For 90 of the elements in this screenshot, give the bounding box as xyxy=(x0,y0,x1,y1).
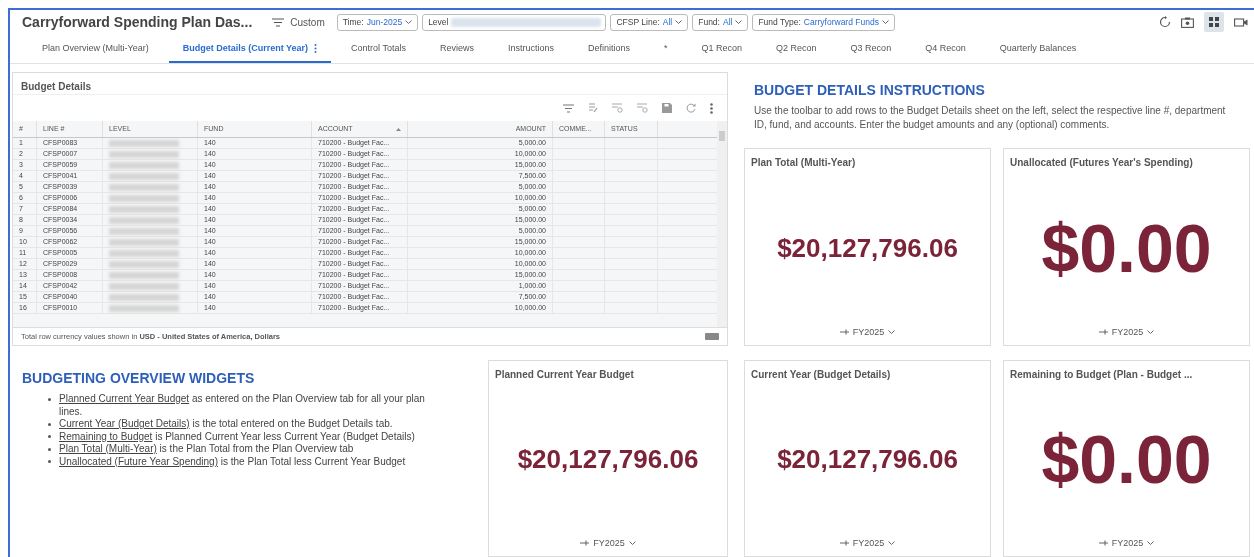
redacted-text-block xyxy=(109,282,179,290)
panel-title: Budget Details xyxy=(13,73,727,95)
bullet-icon xyxy=(48,460,51,464)
filter-dropdown[interactable]: CFSP Line: All xyxy=(610,13,689,31)
redacted-text-block xyxy=(109,205,179,213)
tab[interactable]: Reviews xyxy=(425,36,488,63)
bullet-icon xyxy=(48,435,51,439)
tab[interactable]: Q1 Recon xyxy=(687,36,757,63)
save-icon[interactable] xyxy=(662,103,672,113)
redacted-text-block xyxy=(109,249,179,257)
dashboard-title: Carryforward Spending Plan Das... xyxy=(22,12,253,32)
more-icon[interactable] xyxy=(314,44,318,53)
grid-view-button[interactable] xyxy=(1204,12,1224,32)
widget-value: $20,127,796.06 xyxy=(777,446,958,473)
scrollbar[interactable] xyxy=(717,121,727,327)
instructions-text: Use the toolbar to add rows to the Budget Details sheet on the left, select the respective line #, department ID, fund, and accounts. Enter the budget amounts and any (optional) comments. xyxy=(754,104,1227,132)
chevron-down-icon xyxy=(881,20,889,24)
redacted-text-block xyxy=(109,150,179,158)
tab[interactable]: Plan Overview (Multi-Year) xyxy=(28,36,163,63)
chevron-down-icon xyxy=(675,20,683,24)
redacted-text-block xyxy=(109,172,179,180)
definition-text: Planned Current Year Budget as entered on the Plan Overview tab for all your plan lines. xyxy=(59,393,426,418)
redacted-text-block xyxy=(109,293,179,301)
filter-dropdown[interactable]: Fund Type: Carryforward Funds xyxy=(752,13,895,31)
redacted-text-block xyxy=(109,194,179,202)
tab[interactable]: Instructions xyxy=(493,36,568,63)
period-selector[interactable]: FY2025 xyxy=(839,325,896,339)
view-selector[interactable]: Custom xyxy=(272,14,325,30)
chevron-down-icon xyxy=(405,20,413,24)
refresh-icon[interactable] xyxy=(1159,16,1171,28)
tab[interactable]: Quarterly Balances xyxy=(985,36,1091,63)
tab[interactable]: Budget Details (Current Year) xyxy=(168,36,332,63)
chevron-down-icon xyxy=(735,20,743,24)
widget-title: Remaining to Budget (Plan - Budget ... xyxy=(1009,368,1194,382)
chevron-down-icon xyxy=(888,541,896,546)
definition-text: Current Year (Budget Details) is the total entered on the Budget Details tab. xyxy=(59,418,393,431)
tab[interactable]: Q2 Recon xyxy=(762,36,831,63)
definition-link[interactable]: Current Year (Budget Details) xyxy=(59,418,190,429)
tab[interactable]: * xyxy=(650,36,682,63)
filter-dropdown[interactable]: Level xyxy=(422,13,607,31)
bullet-icon xyxy=(48,397,51,401)
tab[interactable]: Definitions xyxy=(574,36,645,63)
widget-value: $0.00 xyxy=(1041,425,1212,494)
widget-title: Plan Total (Multi-Year) xyxy=(750,156,857,170)
definition-link[interactable]: Planned Current Year Budget xyxy=(59,393,190,404)
bullet-icon xyxy=(48,422,51,426)
camera-icon[interactable] xyxy=(1181,16,1194,28)
tab[interactable]: Q4 Recon xyxy=(911,36,980,63)
sort-ascending-icon xyxy=(396,127,401,131)
widget-value: $0.00 xyxy=(1041,213,1212,282)
period-selector[interactable]: FY2025 xyxy=(1098,536,1155,550)
grid-icon xyxy=(1209,17,1219,27)
redacted-text-block xyxy=(109,304,179,312)
definition-text: Remaining to Budget is Planned Current Year less Current Year (Budget Details) xyxy=(59,430,415,443)
widget-title: Planned Current Year Budget xyxy=(494,368,635,382)
period-selector[interactable]: FY2025 xyxy=(1098,325,1155,339)
period-selector[interactable]: FY2025 xyxy=(839,536,896,550)
filter-icon[interactable] xyxy=(563,103,574,113)
definition-link[interactable]: Remaining to Budget xyxy=(59,430,153,442)
chevron-down-icon xyxy=(1147,541,1155,546)
section-heading: BUDGETING OVERVIEW WIDGETS xyxy=(22,369,256,388)
more-icon[interactable] xyxy=(710,102,713,114)
widget-title: Current Year (Budget Details) xyxy=(750,368,892,382)
section-heading: BUDGET DETAILS INSTRUCTIONS xyxy=(754,81,986,100)
period-selector[interactable]: FY2025 xyxy=(580,536,636,550)
video-icon[interactable] xyxy=(1234,17,1248,27)
redacted-text-block xyxy=(109,227,179,235)
redacted-text-block xyxy=(109,271,179,279)
chevron-down-icon xyxy=(888,330,896,335)
widget-title: Unallocated (Futures Year's Spending) xyxy=(1009,156,1194,170)
redacted-text-block xyxy=(109,139,179,147)
redacted-text-block xyxy=(109,260,179,268)
tab[interactable]: Control Totals xyxy=(337,36,420,63)
redacted-text-block xyxy=(109,216,179,224)
redacted-text-block xyxy=(109,183,179,191)
bullet-icon xyxy=(48,447,51,451)
filter-icon xyxy=(272,17,285,27)
definition-link[interactable]: Plan Total (Multi-Year) xyxy=(59,443,157,454)
filter-dropdown[interactable]: Fund: All xyxy=(692,13,749,31)
definition-link[interactable]: Unallocated (Future Year Spending) xyxy=(59,455,218,467)
definition-text: Unallocated (Future Year Spending) is the Plan Total less Current Year Budget xyxy=(59,455,406,468)
chevron-down-icon xyxy=(1147,330,1155,335)
redacted-text-block xyxy=(109,161,179,169)
widget-value: $20,127,796.06 xyxy=(517,446,699,473)
definition-text: Plan Total (Multi-Year) is the Plan Total from the Plan Overview tab xyxy=(59,443,354,456)
chevron-down-icon xyxy=(628,541,636,546)
redacted-text-block xyxy=(109,238,179,246)
filter-dropdown[interactable]: Time: Jun-2025 xyxy=(336,13,419,31)
tab[interactable]: Q3 Recon xyxy=(836,36,906,63)
widget-value: $20,127,796.06 xyxy=(777,234,958,261)
